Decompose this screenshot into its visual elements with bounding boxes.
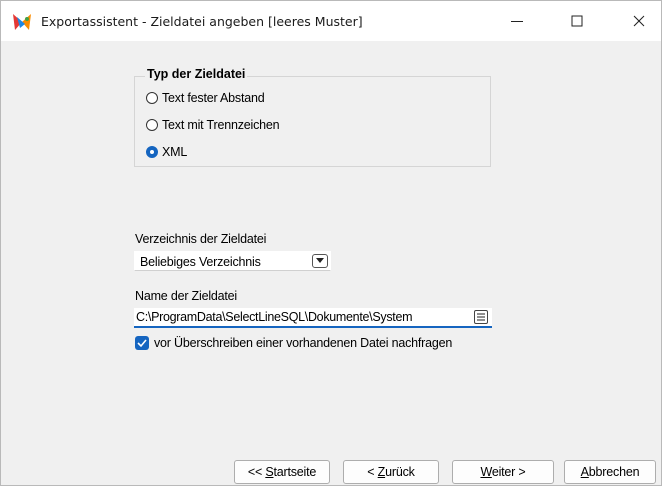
chevron-down-icon bbox=[316, 258, 324, 263]
browse-icon bbox=[477, 313, 485, 321]
button-text: eiter > bbox=[491, 465, 526, 479]
start-page-button[interactable]: << Startseite bbox=[234, 460, 330, 484]
back-button[interactable]: < Zurück bbox=[343, 460, 439, 484]
radio-label: Text mit Trennzeichen bbox=[162, 118, 280, 132]
cancel-button[interactable]: Abbrechen bbox=[564, 460, 656, 484]
button-text: < bbox=[367, 465, 378, 479]
radio-label: XML bbox=[162, 145, 188, 159]
button-text: << bbox=[247, 465, 266, 479]
window-title: Exportassistent - Zieldatei angeben [lee… bbox=[41, 14, 363, 29]
minimize-button[interactable] bbox=[494, 1, 540, 41]
close-button[interactable] bbox=[616, 1, 662, 41]
button-mnemonic: A bbox=[580, 465, 589, 479]
radio-button[interactable] bbox=[146, 119, 158, 131]
directory-label: Verzeichnis der Zieldatei bbox=[135, 232, 267, 246]
radio-text-delimited[interactable]: Text mit Trennzeichen bbox=[146, 117, 280, 133]
directory-select[interactable]: Beliebiges Verzeichnis bbox=[134, 251, 331, 271]
browse-button[interactable] bbox=[474, 310, 488, 324]
radio-text-fixed-width[interactable]: Text fester Abstand bbox=[146, 90, 265, 106]
file-type-group-title: Typ der Zieldatei bbox=[145, 67, 248, 81]
maximize-button[interactable] bbox=[554, 1, 600, 41]
overwrite-confirm-checkbox[interactable] bbox=[135, 336, 149, 350]
export-wizard-icon bbox=[11, 12, 33, 32]
close-icon bbox=[633, 15, 645, 27]
button-text: tartseite bbox=[273, 465, 317, 479]
radio-label: Text fester Abstand bbox=[162, 91, 265, 105]
filename-label: Name der Zieldatei bbox=[135, 289, 238, 303]
overwrite-confirm-checkbox-row[interactable]: vor Überschreiben einer vorhandenen Date… bbox=[135, 336, 452, 350]
directory-select-value: Beliebiges Verzeichnis bbox=[140, 255, 261, 269]
filename-input[interactable]: C:\ProgramData\SelectLineSQL\Dokumente\S… bbox=[134, 308, 492, 328]
button-text: bbrechen bbox=[588, 465, 640, 479]
button-text: urück bbox=[385, 465, 415, 479]
overwrite-confirm-label: vor Überschreiben einer vorhandenen Date… bbox=[154, 336, 453, 350]
radio-button[interactable] bbox=[146, 92, 158, 104]
checkmark-icon bbox=[137, 339, 147, 348]
maximize-icon bbox=[571, 15, 583, 27]
minimize-icon bbox=[511, 21, 523, 22]
button-mnemonic: Z bbox=[377, 465, 386, 479]
filename-input-value: C:\ProgramData\SelectLineSQL\Dokumente\S… bbox=[136, 310, 413, 324]
title-bar[interactable]: Exportassistent - Zieldatei angeben [lee… bbox=[1, 1, 661, 41]
export-wizard-window: Exportassistent - Zieldatei angeben [lee… bbox=[0, 0, 662, 486]
button-mnemonic: W bbox=[480, 465, 492, 479]
next-button[interactable]: Weiter > bbox=[452, 460, 554, 484]
radio-xml[interactable]: XML bbox=[146, 144, 187, 160]
radio-button-selected[interactable] bbox=[146, 146, 158, 158]
dropdown-button[interactable] bbox=[312, 254, 328, 268]
